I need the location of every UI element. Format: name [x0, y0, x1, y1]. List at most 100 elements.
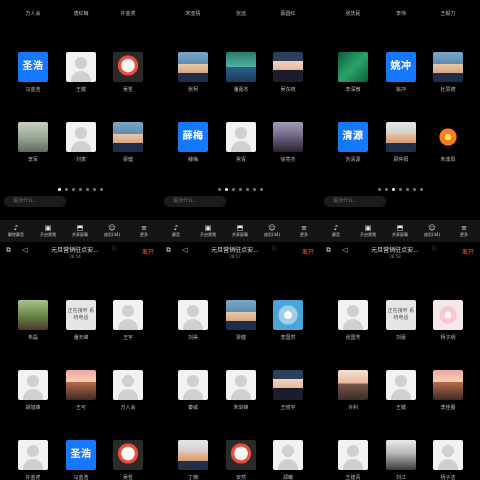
leave-button[interactable]: 离开 [142, 247, 154, 256]
participant-tile[interactable]: 张国芳 [329, 300, 377, 341]
more-button[interactable]: ≡ 更多 [451, 224, 477, 238]
participant-tile[interactable]: 王宇 [104, 300, 152, 341]
info-icon[interactable]: ⓘ [112, 245, 117, 252]
mic-button[interactable]: ♪ 静音 [163, 224, 189, 238]
page-dot[interactable] [245, 188, 249, 191]
participant-tile[interactable]: 顾仲阳 [377, 122, 425, 163]
participant-tile[interactable]: 圣浩 马蓝浩 [57, 440, 105, 480]
mic-button[interactable]: ♪ 解除静音 [3, 224, 29, 238]
participant-tile[interactable]: 张柯 [169, 52, 217, 93]
participant-tile[interactable]: 正在接听 系统电话 刘豪 [377, 300, 425, 341]
participant-tile[interactable]: 薛梅 薛梅 [169, 122, 217, 163]
participant-tile[interactable]: 圣浩 马蓝浩 [9, 52, 57, 93]
page-dot[interactable] [419, 188, 423, 191]
participant-tile[interactable]: 刘寅 [57, 122, 105, 163]
minimize-icon[interactable]: ⧉ [166, 246, 171, 255]
minimize-icon[interactable]: ⧉ [326, 246, 331, 255]
video-button[interactable]: ▣ 开启视频 [195, 224, 221, 238]
info-icon[interactable]: ⓘ [272, 245, 277, 252]
mic-button[interactable]: ♪ 静音 [323, 224, 349, 238]
participant-tile[interactable]: 王键 [377, 370, 425, 411]
participant-tile[interactable]: 安然 [217, 440, 265, 480]
participant-tile[interactable]: 丁楠 [169, 440, 217, 480]
participant-tile[interactable]: 杨子玥 [424, 300, 472, 341]
chat-input[interactable]: 说点什么... [324, 196, 386, 207]
members-button[interactable]: ☺ 成员(44) [99, 224, 125, 238]
video-button[interactable]: ▣ 开启视频 [35, 224, 61, 238]
page-dot[interactable] [398, 188, 402, 191]
minimize-icon[interactable]: ⧉ [6, 246, 11, 255]
page-dot[interactable] [217, 188, 221, 191]
page-dot[interactable] [377, 188, 381, 191]
participant-tile[interactable]: 朱磊 [9, 300, 57, 341]
page-dot[interactable] [99, 188, 103, 191]
participant-tile[interactable]: 胡旭峰 [9, 370, 57, 411]
share-screen-button[interactable]: ⬒ 共享屏幕 [67, 224, 93, 238]
speaker-icon[interactable]: ◁ [22, 246, 27, 254]
participant-tile[interactable]: 朱逢阳 [424, 122, 472, 163]
participant-tile[interactable]: 李国然 [264, 300, 312, 341]
speaker-icon[interactable]: ◁ [182, 246, 187, 254]
participant-tile[interactable]: 杨子洁 [424, 440, 472, 480]
participant-tile[interactable]: 梁健 [104, 122, 152, 163]
participant-tile[interactable]: 清源 刘清源 [329, 122, 377, 163]
more-button[interactable]: ≡ 更多 [131, 224, 157, 238]
participant-tile[interactable]: 刘昊 [169, 300, 217, 341]
speaker-icon[interactable]: ◁ [342, 246, 347, 254]
participant-tile[interactable]: 李佳蕾 [424, 370, 472, 411]
share-screen-button[interactable]: ⬒ 共享屏幕 [227, 224, 253, 238]
video-button[interactable]: ▣ 开启视频 [355, 224, 381, 238]
page-dot[interactable] [64, 188, 68, 191]
leave-button[interactable]: 离开 [462, 247, 474, 256]
participant-tile[interactable]: 徐亮杰 [264, 122, 312, 163]
page-dot[interactable] [405, 188, 409, 191]
page-dot[interactable] [57, 188, 61, 191]
leave-button[interactable]: 离开 [302, 247, 314, 256]
meeting-title[interactable]: 元旦营销驻点安... [190, 245, 280, 254]
page-dot[interactable] [412, 188, 416, 191]
page-dot[interactable] [92, 188, 96, 191]
page-dot[interactable] [259, 188, 263, 191]
participant-tile[interactable]: 王晓宇 [264, 370, 312, 411]
chat-input[interactable]: 说点什么... [4, 196, 66, 207]
page-dot[interactable] [231, 188, 235, 191]
page-dot[interactable] [224, 188, 228, 191]
info-icon[interactable]: ⓘ [432, 245, 437, 252]
participant-tile[interactable]: 许金虎 [9, 440, 57, 480]
chat-input[interactable]: 说点什么... [164, 196, 226, 207]
participant-tile[interactable]: 李深微 [329, 52, 377, 93]
page-dot[interactable] [85, 188, 89, 191]
page-dot[interactable] [71, 188, 75, 191]
participant-tile[interactable]: 正在接听 系统电话 潘天峰 [57, 300, 105, 341]
page-dot[interactable] [238, 188, 242, 191]
page-dot[interactable] [384, 188, 388, 191]
page-dot[interactable] [78, 188, 82, 191]
participant-tile[interactable]: 吴哲 [104, 52, 152, 93]
participant-name: 张柯 [187, 87, 198, 93]
members-button[interactable]: ☺ 成员(44) [259, 224, 285, 238]
meeting-title[interactable]: 元旦营销驻点安... [350, 245, 440, 254]
meeting-title[interactable]: 元旦营销驻点安... [30, 245, 120, 254]
participant-tile[interactable]: 吴哲 [104, 440, 152, 480]
participant-tile[interactable]: 刘江 [377, 440, 425, 480]
more-button[interactable]: ≡ 更多 [291, 224, 317, 238]
page-dot[interactable] [391, 188, 395, 191]
page-dot[interactable] [252, 188, 256, 191]
participant-tile[interactable]: 杜思德 [424, 52, 472, 93]
participant-tile[interactable]: 潘嘉杰 [217, 52, 265, 93]
participant-tile[interactable]: 王键 [57, 52, 105, 93]
participant-tile[interactable]: 李军 [9, 122, 57, 163]
participant-tile[interactable]: 秦威 [169, 370, 217, 411]
participant-tile[interactable]: 郑曦 [264, 440, 312, 480]
members-button[interactable]: ☺ 成员(44) [419, 224, 445, 238]
participant-tile[interactable]: 梁健 [217, 300, 265, 341]
participant-tile[interactable]: 王可 [57, 370, 105, 411]
participant-tile[interactable]: 王建青 [329, 440, 377, 480]
participant-tile[interactable]: 姚冲 姚冲 [377, 52, 425, 93]
participant-tile[interactable]: 常青 [217, 122, 265, 163]
participant-tile[interactable]: 朱剑峰 [217, 370, 265, 411]
participant-tile[interactable]: 吴东晓 [264, 52, 312, 93]
share-screen-button[interactable]: ⬒ 共享屏幕 [387, 224, 413, 238]
participant-tile[interactable]: 许利 [329, 370, 377, 411]
participant-tile[interactable]: 万人会 [104, 370, 152, 411]
